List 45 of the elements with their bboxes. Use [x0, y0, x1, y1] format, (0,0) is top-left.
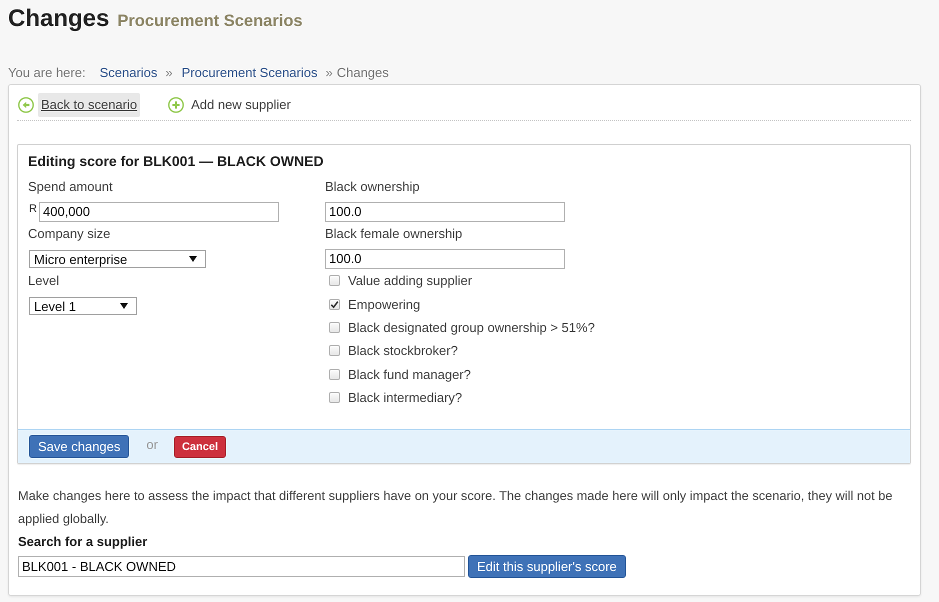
breadcrumb-label: You are here: — [8, 65, 86, 81]
checkbox-label: Black stockbroker? — [348, 343, 458, 358]
add-icon — [168, 97, 184, 113]
intro-paragraph: Make changes here to assess the impact that different suppliers have on your score. The changes made here will only impact the scenario, they will not be applied globally. — [18, 487, 894, 528]
currency-prefix: R — [29, 202, 38, 216]
breadcrumb-separator: » — [165, 65, 173, 81]
checkbox[interactable] — [329, 345, 340, 356]
page-subtitle: Procurement Scenarios — [117, 12, 303, 31]
checkbox[interactable] — [329, 322, 340, 333]
field-label: Level — [28, 272, 60, 290]
search-label: Search for a supplier — [18, 533, 148, 552]
edit-supplier-score-button[interactable]: Edit this supplier's score — [468, 555, 626, 578]
text-field[interactable]: 100.0 — [325, 249, 565, 269]
breadcrumb-separator: » — [325, 65, 333, 81]
field-label: Spend amount — [28, 178, 113, 196]
page-title: Changes — [8, 4, 110, 34]
save-changes-button[interactable]: Save changes — [29, 435, 130, 458]
checkmark-icon — [330, 300, 339, 309]
text-field[interactable]: 100.0 — [325, 202, 565, 222]
checkbox-label: Empowering — [348, 296, 420, 312]
breadcrumb-current: Changes — [336, 65, 389, 81]
field-label: Company size — [28, 225, 110, 243]
cancel-button[interactable]: Cancel — [174, 436, 226, 458]
form-title: Editing score for BLK001 — BLACK OWNED — [27, 152, 325, 171]
dropdown-field[interactable]: Micro enterprise — [29, 250, 206, 268]
breadcrumb-link[interactable]: Scenarios — [100, 65, 158, 81]
text-field[interactable]: 400,000 — [39, 202, 279, 222]
checkbox[interactable] — [329, 368, 340, 380]
checkbox-label: Black intermediary? — [348, 390, 462, 406]
add-supplier-link[interactable]: Add new supplier — [188, 93, 294, 117]
field-label: Black ownership — [325, 178, 420, 196]
checkbox-label: Value adding supplier — [348, 273, 472, 288]
back-link[interactable]: Back to scenario — [38, 93, 140, 117]
checkbox-label: Black designated group ownership > 51%? — [348, 320, 595, 335]
supplier-search-field[interactable]: BLK001 - BLACK OWNED — [18, 556, 465, 578]
or-label: or — [146, 437, 158, 452]
caret-icon — [120, 303, 128, 309]
checkbox[interactable] — [329, 298, 340, 310]
checkbox-label: Black fund manager? — [348, 366, 471, 382]
dropdown-field[interactable]: Level 1 — [29, 297, 137, 315]
checkbox[interactable] — [329, 275, 340, 286]
checkbox[interactable] — [329, 392, 340, 404]
field-label: Black female ownership — [325, 225, 462, 243]
breadcrumb-link[interactable]: Procurement Scenarios — [182, 65, 318, 81]
caret-icon — [189, 256, 197, 262]
